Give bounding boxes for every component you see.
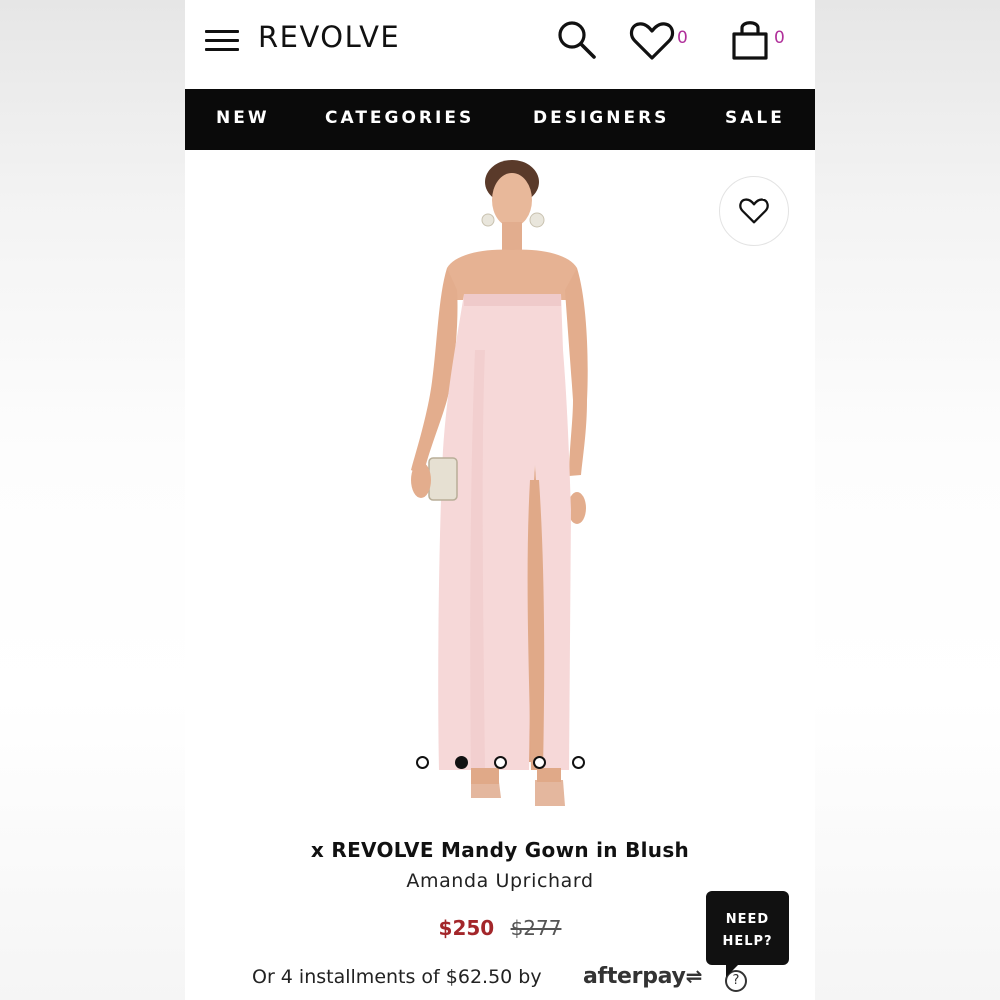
product-photo[interactable] (185, 150, 815, 830)
nav-new[interactable]: NEW (216, 108, 270, 128)
brand-logo[interactable]: REVOLVE (258, 20, 400, 54)
mobile-page: REVOLVE 0 0 NEW CATEGORIES DESIGNERS SAL… (185, 0, 815, 1000)
afterpay-wordmark: afterpay (583, 964, 686, 989)
wishlist-count: 0 (677, 28, 688, 48)
installments-text: Or 4 installments of $62.50 by (252, 966, 542, 988)
sale-price: $250 (438, 916, 495, 940)
shopping-bag-icon[interactable] (729, 18, 771, 62)
carousel-dot[interactable] (416, 756, 429, 769)
background-right (815, 0, 1000, 1000)
nav-sale[interactable]: SALE (725, 108, 785, 128)
site-header: REVOLVE 0 0 (185, 0, 815, 88)
wishlist-heart-icon[interactable] (629, 20, 675, 62)
bag-count: 0 (774, 28, 785, 48)
carousel-dot[interactable] (572, 756, 585, 769)
carousel-dot[interactable] (533, 756, 546, 769)
background-left (0, 0, 185, 1000)
afterpay-arrows-icon: ⇌ (685, 964, 703, 988)
carousel-dot[interactable] (494, 756, 507, 769)
menu-icon[interactable] (205, 30, 239, 54)
product-image-carousel[interactable] (185, 150, 815, 830)
category-nav: NEW CATEGORIES DESIGNERS SALE (185, 89, 815, 150)
heart-outline-icon (739, 198, 769, 224)
need-help-line1: NEED (725, 912, 770, 927)
nav-designers[interactable]: DESIGNERS (533, 108, 669, 128)
save-to-wishlist-button[interactable] (719, 176, 789, 246)
need-help-chat-button[interactable]: NEED HELP? (706, 891, 789, 977)
afterpay-logo: afterpay⇌ (583, 964, 702, 989)
original-price: $277 (510, 916, 562, 940)
carousel-dot[interactable] (455, 756, 468, 769)
nav-categories[interactable]: CATEGORIES (325, 108, 474, 128)
need-help-line2: HELP? (722, 934, 773, 949)
search-icon[interactable] (555, 18, 599, 62)
product-designer-link[interactable]: Amanda Uprichard (185, 870, 815, 892)
carousel-dots (185, 756, 815, 770)
product-title: x REVOLVE Mandy Gown in Blush (310, 838, 690, 862)
